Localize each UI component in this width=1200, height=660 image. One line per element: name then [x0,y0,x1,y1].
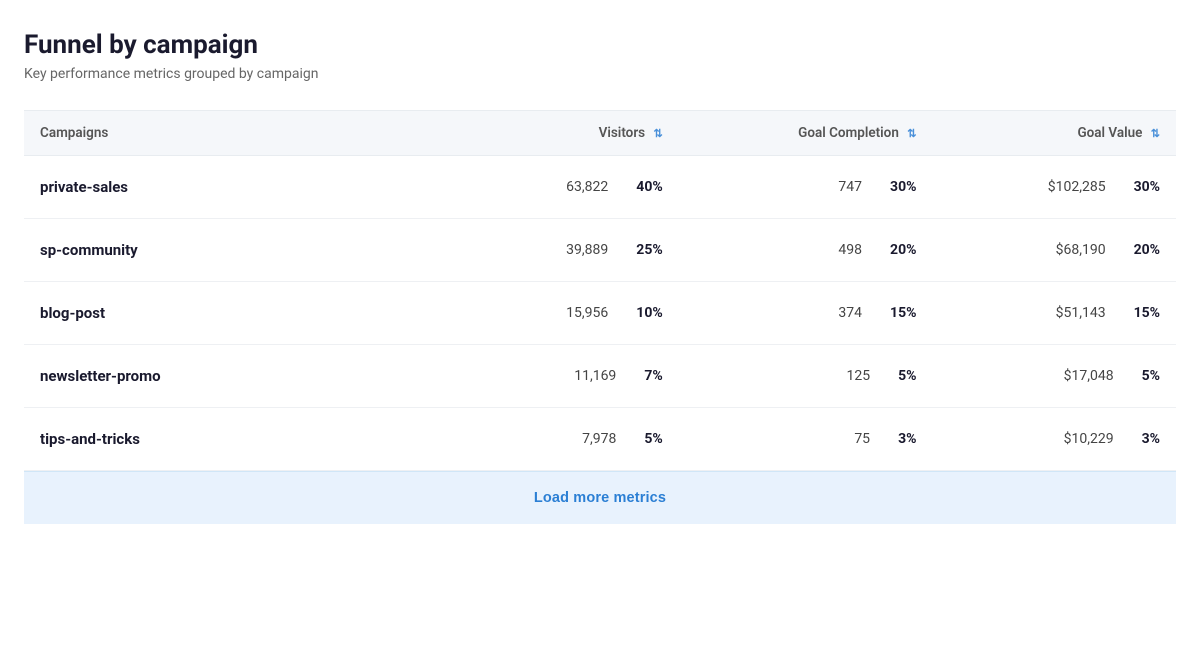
visitors-pct: 5% [644,431,662,447]
visitors-cell: 39,889 25% [462,219,679,282]
goal-value-cell: $51,143 15% [932,282,1176,345]
visitors-sort-icon: ⇅ [653,127,662,140]
goal-value-cell: $68,190 20% [932,219,1176,282]
visitors-pct: 40% [636,179,662,195]
table-row: tips-and-tricks 7,978 5% 75 3% $10,229 3… [24,408,1176,471]
campaigns-table: Campaigns Visitors ⇅ Goal Completion ⇅ G… [24,110,1176,524]
goal-value-cell: $102,285 30% [932,156,1176,219]
goal-completion-cell: 125 5% [679,345,933,408]
visitors-value: 39,889 [566,242,608,258]
campaign-name: blog-post [24,282,462,345]
goal-completion-pct: 20% [890,242,916,258]
goal-completion-cell: 374 15% [679,282,933,345]
goal-value-pct: 20% [1134,242,1160,258]
page-subtitle: Key performance metrics grouped by campa… [24,66,1176,82]
goal-completion-cell: 75 3% [679,408,933,471]
goal-completion-pct: 30% [890,179,916,195]
goal-value-amount: $51,143 [1056,305,1106,321]
campaign-name: private-sales [24,156,462,219]
goal-completion-cell: 498 20% [679,219,933,282]
goal-completion-value: 747 [838,179,862,195]
visitors-pct: 7% [644,368,662,384]
table-row: newsletter-promo 11,169 7% 125 5% $17,04… [24,345,1176,408]
load-more-row: Load more metrics [24,471,1176,525]
campaign-name: tips-and-tricks [24,408,462,471]
goal-completion-pct: 5% [898,368,916,384]
visitors-value: 63,822 [566,179,608,195]
visitors-cell: 63,822 40% [462,156,679,219]
col-header-visitors[interactable]: Visitors ⇅ [462,111,679,156]
goal-value-sort-icon: ⇅ [1151,127,1160,140]
col-header-goal-value[interactable]: Goal Value ⇅ [932,111,1176,156]
goal-completion-value: 374 [838,305,862,321]
visitors-value: 15,956 [566,305,608,321]
load-more-cell: Load more metrics [24,471,1176,525]
col-header-goal-completion[interactable]: Goal Completion ⇅ [679,111,933,156]
campaign-name: sp-community [24,219,462,282]
goal-value-pct: 15% [1134,305,1160,321]
goal-completion-value: 498 [838,242,862,258]
visitors-cell: 15,956 10% [462,282,679,345]
goal-completion-pct: 3% [898,431,916,447]
goal-completion-sort-icon: ⇅ [907,127,916,140]
goal-value-pct: 3% [1142,431,1160,447]
goal-value-amount: $68,190 [1056,242,1106,258]
campaign-name: newsletter-promo [24,345,462,408]
visitors-cell: 11,169 7% [462,345,679,408]
visitors-pct: 25% [636,242,662,258]
goal-completion-value: 75 [854,431,870,447]
goal-value-pct: 5% [1142,368,1160,384]
goal-completion-value: 125 [846,368,870,384]
table-row: blog-post 15,956 10% 374 15% $51,143 15% [24,282,1176,345]
goal-value-cell: $10,229 3% [932,408,1176,471]
goal-value-cell: $17,048 5% [932,345,1176,408]
goal-value-pct: 30% [1134,179,1160,195]
table-header-row: Campaigns Visitors ⇅ Goal Completion ⇅ G… [24,111,1176,156]
goal-value-amount: $102,285 [1048,179,1106,195]
col-header-campaigns: Campaigns [24,111,462,156]
visitors-pct: 10% [636,305,662,321]
visitors-value: 7,978 [582,431,616,447]
goal-completion-cell: 747 30% [679,156,933,219]
goal-completion-pct: 15% [890,305,916,321]
table-row: private-sales 63,822 40% 747 30% $102,28… [24,156,1176,219]
table-row: sp-community 39,889 25% 498 20% $68,190 … [24,219,1176,282]
goal-value-amount: $10,229 [1064,431,1114,447]
visitors-cell: 7,978 5% [462,408,679,471]
page-title: Funnel by campaign [24,30,1176,60]
load-more-button[interactable]: Load more metrics [24,471,1176,524]
visitors-value: 11,169 [574,368,616,384]
goal-value-amount: $17,048 [1064,368,1114,384]
